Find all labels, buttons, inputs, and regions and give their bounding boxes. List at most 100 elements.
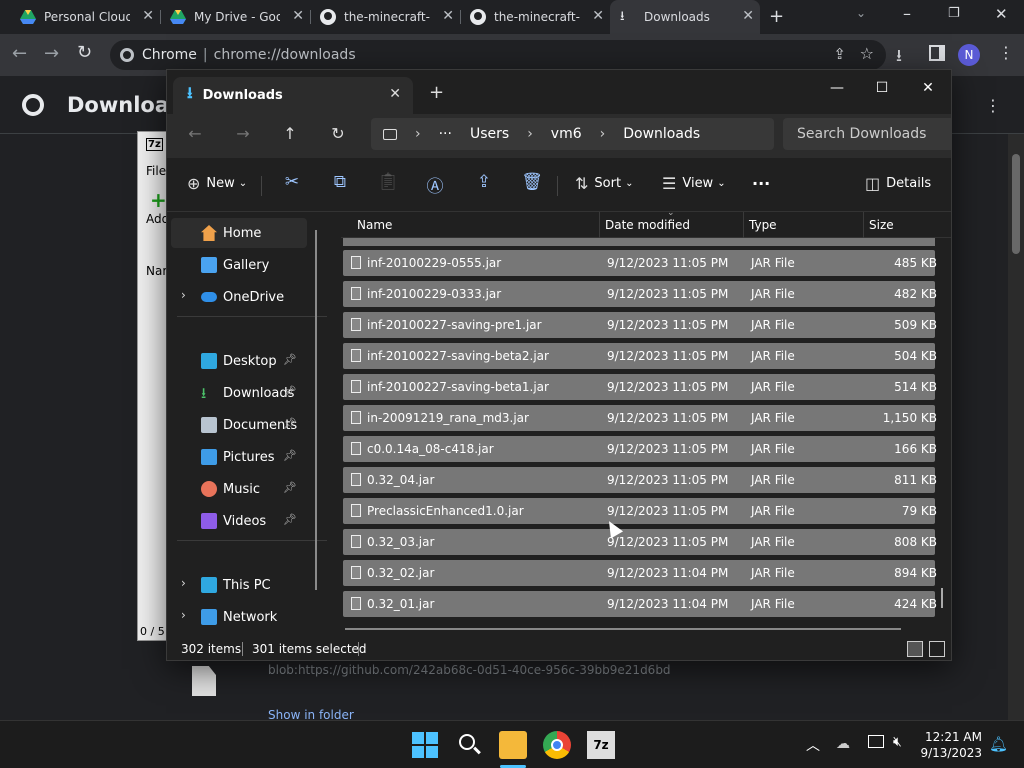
pin-icon[interactable]: 📌︎	[283, 417, 297, 430]
sevenzip-taskbar-icon[interactable]: 7z	[587, 731, 615, 759]
delete-icon[interactable]: 🗑︎	[520, 172, 544, 192]
scrollbar-thumb[interactable]	[1012, 154, 1020, 254]
copy-icon[interactable]: ⧉	[328, 172, 352, 192]
column-separator[interactable]	[863, 212, 864, 238]
nav-item-onedrive[interactable]: › OneDrive	[171, 282, 307, 312]
chrome-tab-github-1[interactable]: the-minecraft-m ✕	[310, 0, 460, 34]
more-options-icon[interactable]: ⋮	[985, 96, 1001, 115]
volume-muted-icon[interactable]: 🔇︎	[893, 734, 902, 750]
chrome-menu-icon[interactable]: ⋮	[998, 43, 1014, 62]
profile-avatar[interactable]: N	[958, 44, 980, 66]
nav-item-videos[interactable]: Videos 📌︎	[171, 506, 307, 536]
pin-icon[interactable]: 📌︎	[283, 353, 297, 366]
close-icon[interactable]: ✕	[442, 8, 454, 24]
table-row[interactable]: inf-20100227-saving-pre1.jar 9/12/2023 11…	[343, 312, 937, 338]
pin-icon[interactable]: 📌︎	[283, 449, 297, 462]
pin-icon[interactable]: 📌︎	[283, 481, 297, 494]
table-row[interactable]: inf-20100229-0333.jar 9/12/2023 11:05 PM J…	[343, 281, 937, 307]
reload-icon[interactable]: ↻	[77, 42, 92, 63]
chevron-right-icon[interactable]: ›	[181, 288, 186, 302]
nav-item-downloads[interactable]: ⭳ Downloads 📌︎	[171, 378, 307, 408]
up-arrow-icon[interactable]: ↑	[278, 124, 302, 143]
page-scrollbar[interactable]	[1008, 134, 1024, 720]
back-arrow-icon[interactable]: ←	[12, 43, 27, 64]
search-icon[interactable]	[455, 731, 483, 759]
pin-icon[interactable]: 📌︎	[283, 385, 297, 398]
table-row[interactable]: inf-20100229-0555.jar 9/12/2023 11:05 PM J…	[343, 250, 937, 276]
sevenzip-menu-file[interactable]: File	[146, 164, 166, 178]
chevron-right-icon[interactable]: ›	[600, 126, 606, 142]
breadcrumb-downloads[interactable]: Downloads	[623, 126, 700, 142]
chevron-right-icon[interactable]: ›	[415, 126, 421, 142]
new-button[interactable]: ⊕ New ⌄	[187, 174, 247, 193]
share-icon[interactable]: ⇪	[833, 45, 846, 63]
table-row[interactable]: PreclassicEnhanced1.0.jar 9/12/2023 11:05…	[343, 498, 937, 524]
horizontal-scrollbar[interactable]	[345, 628, 901, 630]
nav-item-gallery[interactable]: Gallery	[171, 250, 307, 280]
cut-icon[interactable]: ✂	[280, 172, 304, 192]
share-icon[interactable]: ⇪	[472, 172, 496, 192]
column-size[interactable]: Size	[869, 218, 894, 232]
close-window-icon[interactable]: ✕	[995, 5, 1008, 23]
close-window-icon[interactable]: ✕	[908, 74, 948, 102]
search-input[interactable]: Search Downloads	[783, 118, 951, 150]
chevron-right-icon[interactable]: ›	[181, 576, 186, 590]
view-button[interactable]: ☰ View ⌄	[662, 174, 726, 193]
column-separator[interactable]	[599, 212, 600, 238]
maximize-icon[interactable]: ☐	[862, 74, 902, 102]
notification-bell-icon[interactable]: 🔔︎	[989, 735, 1008, 753]
nav-item-this-pc[interactable]: › This PC	[171, 570, 307, 600]
breadcrumb-users[interactable]: Users	[470, 126, 509, 142]
breadcrumb-vm6[interactable]: vm6	[551, 126, 582, 142]
file-explorer-window[interactable]: ⭳ Downloads ✕ + — ☐ ✕ ← → ↑ ↻ › ··· User…	[166, 69, 952, 661]
nav-item-documents[interactable]: Documents 📌︎	[171, 410, 307, 440]
table-row[interactable]: 0.32_01.jar 9/12/2023 11:04 PM JAR File 424…	[343, 591, 937, 617]
explorer-tab-downloads[interactable]: ⭳ Downloads ✕	[173, 77, 413, 114]
close-icon[interactable]: ✕	[292, 8, 304, 24]
chevron-right-icon[interactable]: ›	[527, 126, 533, 142]
table-row[interactable]: inf-20100227-saving-beta1.jar 9/12/2023 1…	[343, 374, 937, 400]
chevron-up-icon[interactable]: ︿	[806, 735, 820, 755]
table-row[interactable]: 0.32_02.jar 9/12/2023 11:04 PM JAR File 894…	[343, 560, 937, 586]
downloads-toolbar-icon[interactable]: ⭳	[896, 43, 902, 72]
nav-item-music[interactable]: Music 📌︎	[171, 474, 307, 504]
forward-arrow-icon[interactable]: →	[231, 124, 255, 143]
minimize-icon[interactable]: —	[817, 74, 857, 102]
table-row[interactable]: c0.0.14a_08-c418.jar 9/12/2023 11:05 PM JA…	[343, 436, 937, 462]
pin-icon[interactable]: 📌︎	[283, 513, 297, 526]
close-icon[interactable]: ✕	[389, 86, 401, 102]
add-icon[interactable]: +	[150, 188, 167, 212]
chrome-tab-personal-cloud[interactable]: Personal Cloud S ✕	[10, 0, 160, 34]
forward-arrow-icon[interactable]: →	[44, 43, 59, 64]
back-arrow-icon[interactable]: ←	[183, 124, 207, 143]
table-row[interactable]: inf-20100227-saving-beta2.jar 9/12/2023 1…	[343, 343, 937, 369]
windows-start-icon[interactable]	[411, 731, 439, 759]
nav-item-home[interactable]: Home	[171, 218, 307, 248]
close-icon[interactable]: ✕	[142, 8, 154, 24]
refresh-icon[interactable]: ↻	[326, 124, 350, 143]
new-tab-button[interactable]: +	[429, 82, 444, 103]
column-type[interactable]: Type	[749, 218, 777, 232]
column-date-modified[interactable]: Date modified	[605, 218, 690, 232]
chrome-icon[interactable]	[543, 731, 571, 759]
sort-button[interactable]: ⇅ Sort ⌄	[575, 174, 633, 193]
table-row[interactable]: 0.32_03.jar 9/12/2023 11:05 PM JAR File 808…	[343, 529, 937, 555]
nav-pane-scrollbar[interactable]	[315, 230, 317, 590]
bookmark-star-icon[interactable]: ☆	[860, 44, 874, 63]
address-bar[interactable]: › ··· Users › vm6 › Downloads	[371, 118, 774, 150]
details-view-icon[interactable]	[907, 641, 923, 657]
nav-item-pictures[interactable]: Pictures 📌︎	[171, 442, 307, 472]
tiles-view-icon[interactable]	[929, 641, 945, 657]
column-separator[interactable]	[743, 212, 744, 238]
more-options-icon[interactable]: ···	[752, 174, 770, 193]
chrome-tab-github-2[interactable]: the-minecraft-m ✕	[460, 0, 610, 34]
nav-item-network[interactable]: › Network	[171, 602, 307, 632]
restore-icon[interactable]: ❐	[948, 6, 960, 21]
system-clock[interactable]: 12:21 AM 9/13/2023	[920, 729, 982, 761]
close-icon[interactable]: ✕	[592, 8, 604, 24]
file-explorer-icon[interactable]	[499, 731, 527, 759]
nav-item-desktop[interactable]: Desktop 📌︎	[171, 346, 307, 376]
rename-icon[interactable]: Ⓐ	[423, 172, 447, 197]
paste-icon[interactable]: 📋︎	[376, 172, 400, 192]
chrome-tab-downloads[interactable]: ⭳ Downloads ✕	[610, 0, 760, 34]
